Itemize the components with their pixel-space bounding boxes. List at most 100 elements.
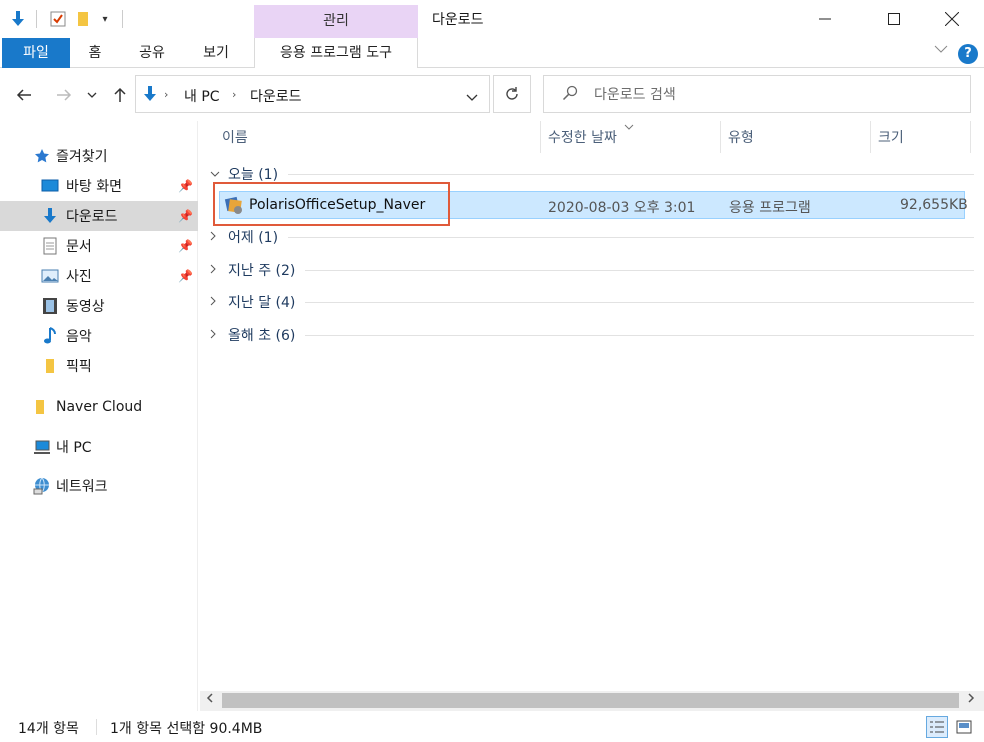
network-icon bbox=[33, 477, 51, 495]
sidebar-item-documents[interactable]: 문서 📌 bbox=[0, 231, 198, 261]
download-arrow-icon bbox=[41, 207, 59, 225]
up-button[interactable] bbox=[106, 80, 134, 110]
group-yesterday[interactable]: 어제 (1) bbox=[210, 226, 974, 248]
sidebar-item-this-pc[interactable]: 내 PC bbox=[0, 432, 198, 462]
breadcrumb-downloads[interactable]: 다운로드 bbox=[250, 86, 302, 106]
music-icon bbox=[41, 327, 59, 345]
recent-locations-button[interactable] bbox=[82, 80, 102, 110]
chevron-down-icon[interactable] bbox=[210, 168, 224, 181]
chevron-right-icon[interactable] bbox=[210, 329, 224, 342]
sidebar-item-music[interactable]: 음악 bbox=[0, 321, 198, 351]
collapse-ribbon-icon[interactable] bbox=[934, 42, 948, 58]
status-bar: 14개 항목 1개 항목 선택함 90.4MB bbox=[0, 711, 984, 742]
sidebar-item-favorites[interactable]: 즐겨찾기 bbox=[0, 141, 198, 171]
sidebar-item-label: 사진 bbox=[66, 269, 92, 285]
breadcrumb-this-pc[interactable]: 내 PC bbox=[184, 86, 220, 106]
address-bar[interactable]: › 내 PC › 다운로드 bbox=[135, 75, 490, 113]
details-view-button[interactable] bbox=[926, 716, 948, 738]
help-icon[interactable]: ? bbox=[958, 44, 978, 64]
sidebar-item-label: 바탕 화면 bbox=[66, 179, 122, 195]
chevron-right-icon[interactable] bbox=[210, 264, 224, 277]
file-modified: 2020-08-03 오후 3:01 bbox=[548, 200, 696, 216]
group-divider bbox=[305, 301, 974, 303]
group-divider bbox=[288, 173, 974, 175]
large-icons-view-button[interactable] bbox=[953, 716, 975, 738]
item-count: 14개 항목 bbox=[18, 721, 79, 737]
quick-access-download-icon[interactable] bbox=[8, 8, 28, 30]
sidebar-item-videos[interactable]: 동영상 bbox=[0, 291, 198, 321]
sidebar-item-network[interactable]: 네트워크 bbox=[0, 471, 198, 501]
tab-file[interactable]: 파일 bbox=[2, 38, 70, 68]
sidebar-item-pickpick[interactable]: 픽픽 bbox=[0, 351, 198, 381]
group-earlier-this-year[interactable]: 올해 초 (6) bbox=[210, 324, 974, 346]
pictures-icon bbox=[41, 267, 59, 285]
group-label: 어제 (1) bbox=[228, 230, 279, 246]
breadcrumb-chevron-icon[interactable]: › bbox=[164, 88, 168, 101]
pin-icon[interactable]: 📌 bbox=[178, 239, 193, 253]
group-label: 올해 초 (6) bbox=[228, 328, 296, 344]
sidebar-item-desktop[interactable]: 바탕 화면 📌 bbox=[0, 171, 198, 201]
group-last-week[interactable]: 지난 주 (2) bbox=[210, 259, 974, 281]
sidebar-item-label: 내 PC bbox=[56, 440, 92, 456]
close-button[interactable] bbox=[929, 0, 975, 38]
scrollbar-thumb[interactable] bbox=[222, 693, 959, 708]
pin-icon[interactable]: 📌 bbox=[178, 179, 193, 193]
customize-toolbar-icon[interactable]: ▾ bbox=[98, 8, 112, 30]
minimize-button[interactable] bbox=[802, 0, 848, 38]
horizontal-scrollbar[interactable] bbox=[200, 691, 984, 711]
sidebar-item-label: 문서 bbox=[66, 239, 92, 255]
address-history-dropdown-icon[interactable] bbox=[466, 90, 478, 106]
sidebar-item-label: Naver Cloud bbox=[56, 399, 143, 415]
back-button[interactable] bbox=[10, 80, 38, 110]
group-divider bbox=[288, 236, 974, 238]
tab-view[interactable]: 보기 bbox=[194, 38, 238, 68]
desktop-icon bbox=[41, 177, 59, 195]
column-header-size[interactable]: 크기 bbox=[870, 121, 970, 153]
forward-button[interactable] bbox=[50, 80, 78, 110]
scroll-right-icon[interactable] bbox=[968, 693, 975, 706]
sidebar-item-label: 픽픽 bbox=[66, 359, 92, 375]
group-label: 오늘 (1) bbox=[228, 167, 279, 183]
search-input[interactable] bbox=[594, 85, 954, 105]
group-last-month[interactable]: 지난 달 (4) bbox=[210, 291, 974, 313]
sidebar-item-pictures[interactable]: 사진 📌 bbox=[0, 261, 198, 291]
pin-icon[interactable]: 📌 bbox=[178, 269, 193, 283]
selection-info: 1개 항목 선택함 90.4MB bbox=[110, 721, 263, 737]
sidebar-item-label: 즐겨찾기 bbox=[56, 149, 108, 165]
installer-app-icon bbox=[224, 195, 244, 219]
scroll-left-icon[interactable] bbox=[206, 693, 213, 706]
sidebar-item-label: 동영상 bbox=[66, 299, 105, 315]
video-icon bbox=[41, 297, 59, 315]
navigation-pane: 즐겨찾기 바탕 화면 📌 다운로드 📌 문서 📌 사진 📌 동영상 음악 픽픽 … bbox=[0, 121, 198, 711]
file-size: 92,655KB bbox=[900, 197, 968, 213]
sidebar-item-label: 다운로드 bbox=[66, 209, 118, 225]
tab-share[interactable]: 공유 bbox=[130, 38, 174, 68]
tab-application-tools[interactable]: 응용 프로그램 도구 bbox=[254, 38, 418, 68]
pc-icon bbox=[33, 438, 51, 456]
tab-home[interactable]: 홈 bbox=[80, 38, 110, 68]
sidebar-item-downloads[interactable]: 다운로드 📌 bbox=[0, 201, 198, 231]
new-folder-icon[interactable] bbox=[74, 8, 92, 30]
column-header-type[interactable]: 유형 bbox=[720, 121, 870, 153]
maximize-button[interactable] bbox=[871, 0, 917, 38]
sidebar-item-label: 네트워크 bbox=[56, 479, 108, 495]
search-box[interactable] bbox=[543, 75, 971, 113]
ribbon-tabs: 파일 홈 공유 보기 응용 프로그램 도구 bbox=[0, 38, 984, 68]
sidebar-item-naver-cloud[interactable]: Naver Cloud bbox=[0, 392, 198, 422]
file-row[interactable]: PolarisOfficeSetup_Naver 2020-08-03 오후 3… bbox=[219, 191, 968, 219]
chevron-right-icon[interactable] bbox=[210, 296, 224, 309]
pin-icon[interactable]: 📌 bbox=[178, 209, 193, 223]
sort-descending-icon bbox=[624, 119, 634, 135]
refresh-button[interactable] bbox=[493, 75, 531, 113]
group-today[interactable]: 오늘 (1) bbox=[210, 163, 974, 185]
chevron-right-icon[interactable] bbox=[210, 231, 224, 244]
properties-icon[interactable] bbox=[48, 8, 68, 30]
title-bar: ▾ 관리 다운로드 bbox=[0, 0, 984, 38]
sidebar-item-label: 음악 bbox=[66, 329, 92, 345]
divider bbox=[96, 719, 97, 735]
column-divider[interactable] bbox=[970, 121, 971, 153]
group-divider bbox=[305, 269, 974, 271]
column-header-name[interactable]: 이름 bbox=[214, 121, 540, 153]
tab-manage[interactable]: 관리 bbox=[254, 5, 418, 38]
breadcrumb-chevron-icon[interactable]: › bbox=[232, 88, 236, 101]
